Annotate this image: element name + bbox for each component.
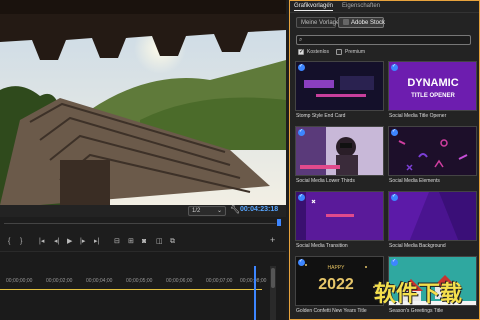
- checkmark-badge-icon: [298, 128, 305, 136]
- ruler-time: 00;00;04;00: [86, 278, 113, 284]
- template-thumbnail: [388, 126, 477, 176]
- template-name: Season's Greetings Title: [389, 308, 444, 314]
- program-monitor: [0, 0, 286, 205]
- monitor-playhead[interactable]: [277, 219, 281, 226]
- template-name: Golden Confetti New Years Title: [296, 308, 367, 314]
- scrub-ruler: [4, 223, 276, 226]
- wrench-icon[interactable]: 🔧︎: [230, 205, 240, 214]
- checkmark-badge-icon: [298, 63, 305, 71]
- ruler-time: 00;00;02;00: [46, 278, 73, 284]
- template-name: Social Media Lower Thirds: [296, 178, 355, 184]
- step-back-icon[interactable]: ◂|: [54, 238, 59, 246]
- subtab-adobe-stock[interactable]: Adobe Stock: [338, 17, 386, 28]
- search-icon: ⌕: [299, 37, 303, 43]
- ruler-time: 00;00;07;00: [206, 278, 233, 284]
- subtab-meine-vorlagen[interactable]: Meine Vorlagen: [296, 17, 343, 28]
- work-area-bar[interactable]: [0, 289, 262, 290]
- template-card[interactable]: HAPPY 2022 Golden Confetti New Years Tit…: [295, 256, 384, 320]
- template-card[interactable]: Social Media Transition: [295, 191, 384, 255]
- tab-eigenschaften[interactable]: Eigenschaften: [342, 3, 380, 9]
- template-thumbnail: HAPPY 2022: [295, 256, 384, 306]
- scrollbar-thumb[interactable]: [271, 268, 275, 288]
- thumb-art: [389, 192, 476, 240]
- zoom-value: 1/2: [192, 208, 201, 214]
- svg-text:HAPPY: HAPPY: [328, 265, 346, 271]
- thumb-art: [389, 127, 476, 175]
- free-label: Kostenlos: [307, 49, 329, 55]
- go-to-out-icon[interactable]: ▸|: [94, 238, 99, 246]
- checkmark-badge-icon: [298, 193, 305, 201]
- timeline-playhead[interactable]: [254, 266, 256, 320]
- mark-out-icon[interactable]: }: [20, 238, 22, 246]
- video-frame: [0, 0, 286, 205]
- template-name: Social Media Title Opener: [389, 113, 447, 119]
- chevron-down-icon: ⌄: [216, 208, 222, 214]
- template-card[interactable]: DYNAMIC TITLE OPENER Social Media Title …: [388, 61, 477, 125]
- template-card[interactable]: Social Media Lower Thirds: [295, 126, 384, 190]
- checkmark-badge-icon: [391, 258, 398, 266]
- mark-in-icon[interactable]: {: [8, 238, 10, 246]
- template-card[interactable]: Social Media Elements: [388, 126, 477, 190]
- go-to-in-icon[interactable]: |◂: [39, 238, 44, 246]
- vr-icon[interactable]: ⧉: [170, 238, 175, 246]
- template-name: Stomp Style End Card: [296, 113, 346, 119]
- checkmark-badge-icon: [391, 63, 398, 71]
- zoom-dropdown[interactable]: 1/2 ⌄: [188, 206, 226, 216]
- template-name: Social Media Transition: [296, 243, 348, 249]
- template-card[interactable]: Stomp Style End Card: [295, 61, 384, 125]
- watermark-text: 软件下载: [374, 282, 463, 307]
- thumb-art: [296, 62, 383, 110]
- ruler-time: 00;00;05;00: [126, 278, 153, 284]
- template-thumbnail: [388, 191, 477, 241]
- template-name: Social Media Elements: [389, 178, 440, 184]
- subtab-label: Adobe Stock: [351, 20, 386, 26]
- thumb-art: [296, 192, 383, 240]
- free-checkbox[interactable]: [298, 48, 304, 55]
- template-thumbnail: [295, 61, 384, 111]
- step-forward-icon[interactable]: |▸: [80, 238, 85, 246]
- ruler-time: 00;00;00;00: [6, 278, 33, 284]
- playhead-timecode[interactable]: 00:04:23:18: [240, 206, 278, 213]
- lift-icon[interactable]: ⊟: [114, 238, 120, 246]
- search-input[interactable]: ⌕: [296, 35, 471, 45]
- svg-text:TITLE OPENER: TITLE OPENER: [411, 93, 455, 99]
- svg-text:2022: 2022: [318, 276, 354, 293]
- template-name: Social Media Background: [389, 243, 446, 249]
- stock-icon: [343, 19, 349, 25]
- template-thumbnail: [295, 126, 384, 176]
- comparison-icon[interactable]: ◫: [156, 238, 163, 246]
- extract-icon[interactable]: ⊞: [128, 238, 134, 246]
- ruler-time: 00;00;06;00: [166, 278, 193, 284]
- essential-graphics-panel: Grafikvorlagen ≡ Eigenschaften Meine Vor…: [289, 0, 480, 320]
- checkmark-badge-icon: [391, 128, 398, 136]
- template-thumbnail: DYNAMIC TITLE OPENER: [388, 61, 477, 111]
- add-button[interactable]: +: [270, 236, 275, 245]
- menu-icon[interactable]: ≡: [327, 2, 331, 8]
- checkmark-badge-icon: [298, 258, 305, 266]
- thumb-art: HAPPY 2022: [296, 257, 383, 305]
- play-icon[interactable]: ▶: [67, 238, 72, 246]
- panel-tabbar: Grafikvorlagen ≡ Eigenschaften: [290, 1, 479, 13]
- premium-checkbox[interactable]: [336, 49, 342, 55]
- thumb-art: [296, 127, 383, 175]
- premium-label: Premium: [345, 49, 366, 55]
- thumb-art: DYNAMIC TITLE OPENER: [389, 62, 476, 110]
- svg-text:DYNAMIC: DYNAMIC: [407, 77, 458, 89]
- checkmark-badge-icon: [391, 193, 398, 201]
- template-thumbnail: [295, 191, 384, 241]
- camera-icon[interactable]: ◙: [142, 238, 146, 246]
- template-card[interactable]: Social Media Background: [388, 191, 477, 255]
